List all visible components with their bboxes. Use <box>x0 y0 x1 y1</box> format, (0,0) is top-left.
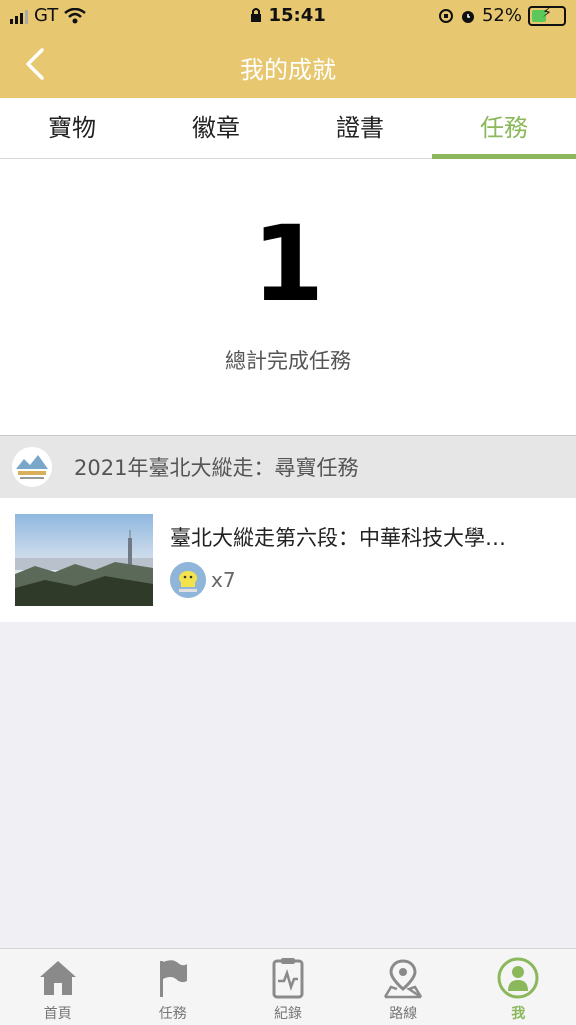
group-logo <box>12 447 52 487</box>
alarm-icon <box>461 10 474 23</box>
summary-panel: 1 總計完成任務 <box>0 159 576 436</box>
map-pin-icon <box>384 959 423 999</box>
user-icon <box>497 957 539 999</box>
clipboard-icon <box>272 958 304 999</box>
mission-title: 臺北大縱走第六段：中華科技大學… <box>170 526 506 550</box>
nav-routes-label: 路線 <box>389 1006 418 1022</box>
nav-records[interactable]: 紀錄 <box>230 949 345 1025</box>
nav-me[interactable]: 我 <box>461 949 576 1025</box>
mission-item-count: x7 <box>211 568 236 592</box>
app-header: GT 15:41 52% ⚡ 我的成就 <box>0 0 576 98</box>
orientation-lock-icon <box>438 8 453 23</box>
nav-home-label: 首頁 <box>43 1006 72 1022</box>
nav-home[interactable]: 首頁 <box>0 949 115 1025</box>
battery-icon: ⚡ <box>528 5 566 26</box>
completed-label: 總計完成任務 <box>225 349 351 373</box>
mission-thumbnail <box>15 514 153 606</box>
page-title: 我的成就 <box>240 56 336 84</box>
nav-missions-label: 任務 <box>158 1006 187 1022</box>
tab-bar: 寶物 徽章 證書 任務 <box>0 98 576 159</box>
tab-missions[interactable]: 任務 <box>432 98 576 159</box>
nav-missions[interactable]: 任務 <box>115 949 230 1025</box>
completed-count: 1 <box>251 203 325 325</box>
mission-item[interactable]: 臺北大縱走第六段：中華科技大學… x7 <box>0 498 576 622</box>
battery-percent: 52% <box>481 5 522 26</box>
flag-icon <box>159 960 187 997</box>
nav-me-label: 我 <box>511 1006 526 1022</box>
nav-routes[interactable]: 路線 <box>346 949 461 1025</box>
treasure-badge-icon <box>170 562 206 598</box>
clock-label: 15:41 <box>268 5 326 26</box>
group-name: 2021年臺北大縱走：尋寶任務 <box>74 456 359 480</box>
mission-group-header[interactable]: 2021年臺北大縱走：尋寶任務 <box>0 436 576 498</box>
tab-treasure[interactable]: 寶物 <box>0 98 144 158</box>
bottom-navigation: 首頁 任務 紀錄 路線 我 <box>0 948 576 1025</box>
tab-badges[interactable]: 徽章 <box>144 98 288 158</box>
status-bar: GT 15:41 52% ⚡ <box>0 0 576 34</box>
home-icon <box>39 961 76 995</box>
tab-certificates[interactable]: 證書 <box>288 98 432 158</box>
lock-icon <box>251 8 262 22</box>
nav-records-label: 紀錄 <box>274 1006 302 1022</box>
